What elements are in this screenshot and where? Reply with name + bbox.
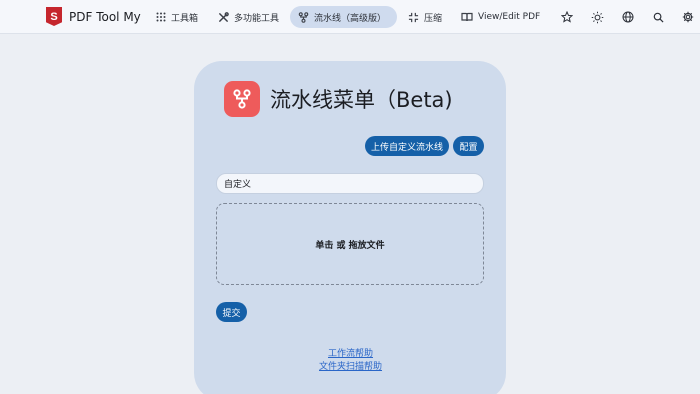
- config-button[interactable]: 配置: [453, 136, 484, 156]
- nav-item-compress[interactable]: 压缩: [400, 6, 450, 28]
- top-navbar: S PDF Tool My 工具箱 多功能工具 流水线（高级版） 压缩 View…: [0, 0, 700, 34]
- nav-item-label: 流水线（高级版）: [314, 13, 387, 24]
- star-icon[interactable]: [559, 9, 575, 25]
- pipeline-icon: [298, 11, 309, 23]
- nav-item-label: 多功能工具: [234, 13, 280, 24]
- theme-icon[interactable]: [589, 9, 605, 25]
- pipeline-card: 流水线菜单（Beta) 上传自定义流水线 配置 自定义 单击 或 拖放文件 提交…: [194, 61, 506, 394]
- nav-item-label: View/Edit PDF: [478, 12, 541, 22]
- nav-item-label: 压缩: [424, 13, 443, 24]
- submit-button[interactable]: 提交: [216, 302, 247, 322]
- file-dropzone[interactable]: 单击 或 拖放文件: [216, 203, 484, 285]
- dropzone-label: 单击 或 拖放文件: [315, 240, 385, 251]
- grid-icon: [156, 12, 166, 22]
- brand-title: PDF Tool My: [69, 9, 141, 24]
- search-icon[interactable]: [650, 9, 666, 25]
- pipeline-name-input[interactable]: 自定义: [216, 173, 484, 194]
- nav-item-view-edit[interactable]: View/Edit PDF: [453, 6, 548, 28]
- nav-item-label: 工具箱: [171, 13, 199, 24]
- page-title: 流水线菜单（Beta): [270, 88, 453, 112]
- upload-custom-pipeline-button[interactable]: 上传自定义流水线: [365, 136, 449, 156]
- settings-icon[interactable]: [680, 9, 696, 25]
- brand-logo: S: [46, 7, 62, 26]
- book-icon: [461, 12, 473, 22]
- folder-scan-help-link[interactable]: 文件夹扫描帮助: [319, 359, 382, 372]
- language-icon[interactable]: [620, 9, 636, 25]
- nav-item-toolbox[interactable]: 工具箱: [148, 6, 206, 28]
- pipeline-app-icon: [224, 81, 260, 117]
- nav-item-pipeline[interactable]: 流水线（高级版）: [290, 6, 397, 28]
- tools-icon: [218, 11, 229, 23]
- workflow-help-link[interactable]: 工作流帮助: [328, 346, 373, 359]
- card-header: 流水线菜单（Beta): [224, 81, 453, 117]
- brand[interactable]: S PDF Tool My: [46, 7, 141, 26]
- nav-item-multitool[interactable]: 多功能工具: [210, 6, 287, 28]
- compress-icon: [408, 12, 419, 23]
